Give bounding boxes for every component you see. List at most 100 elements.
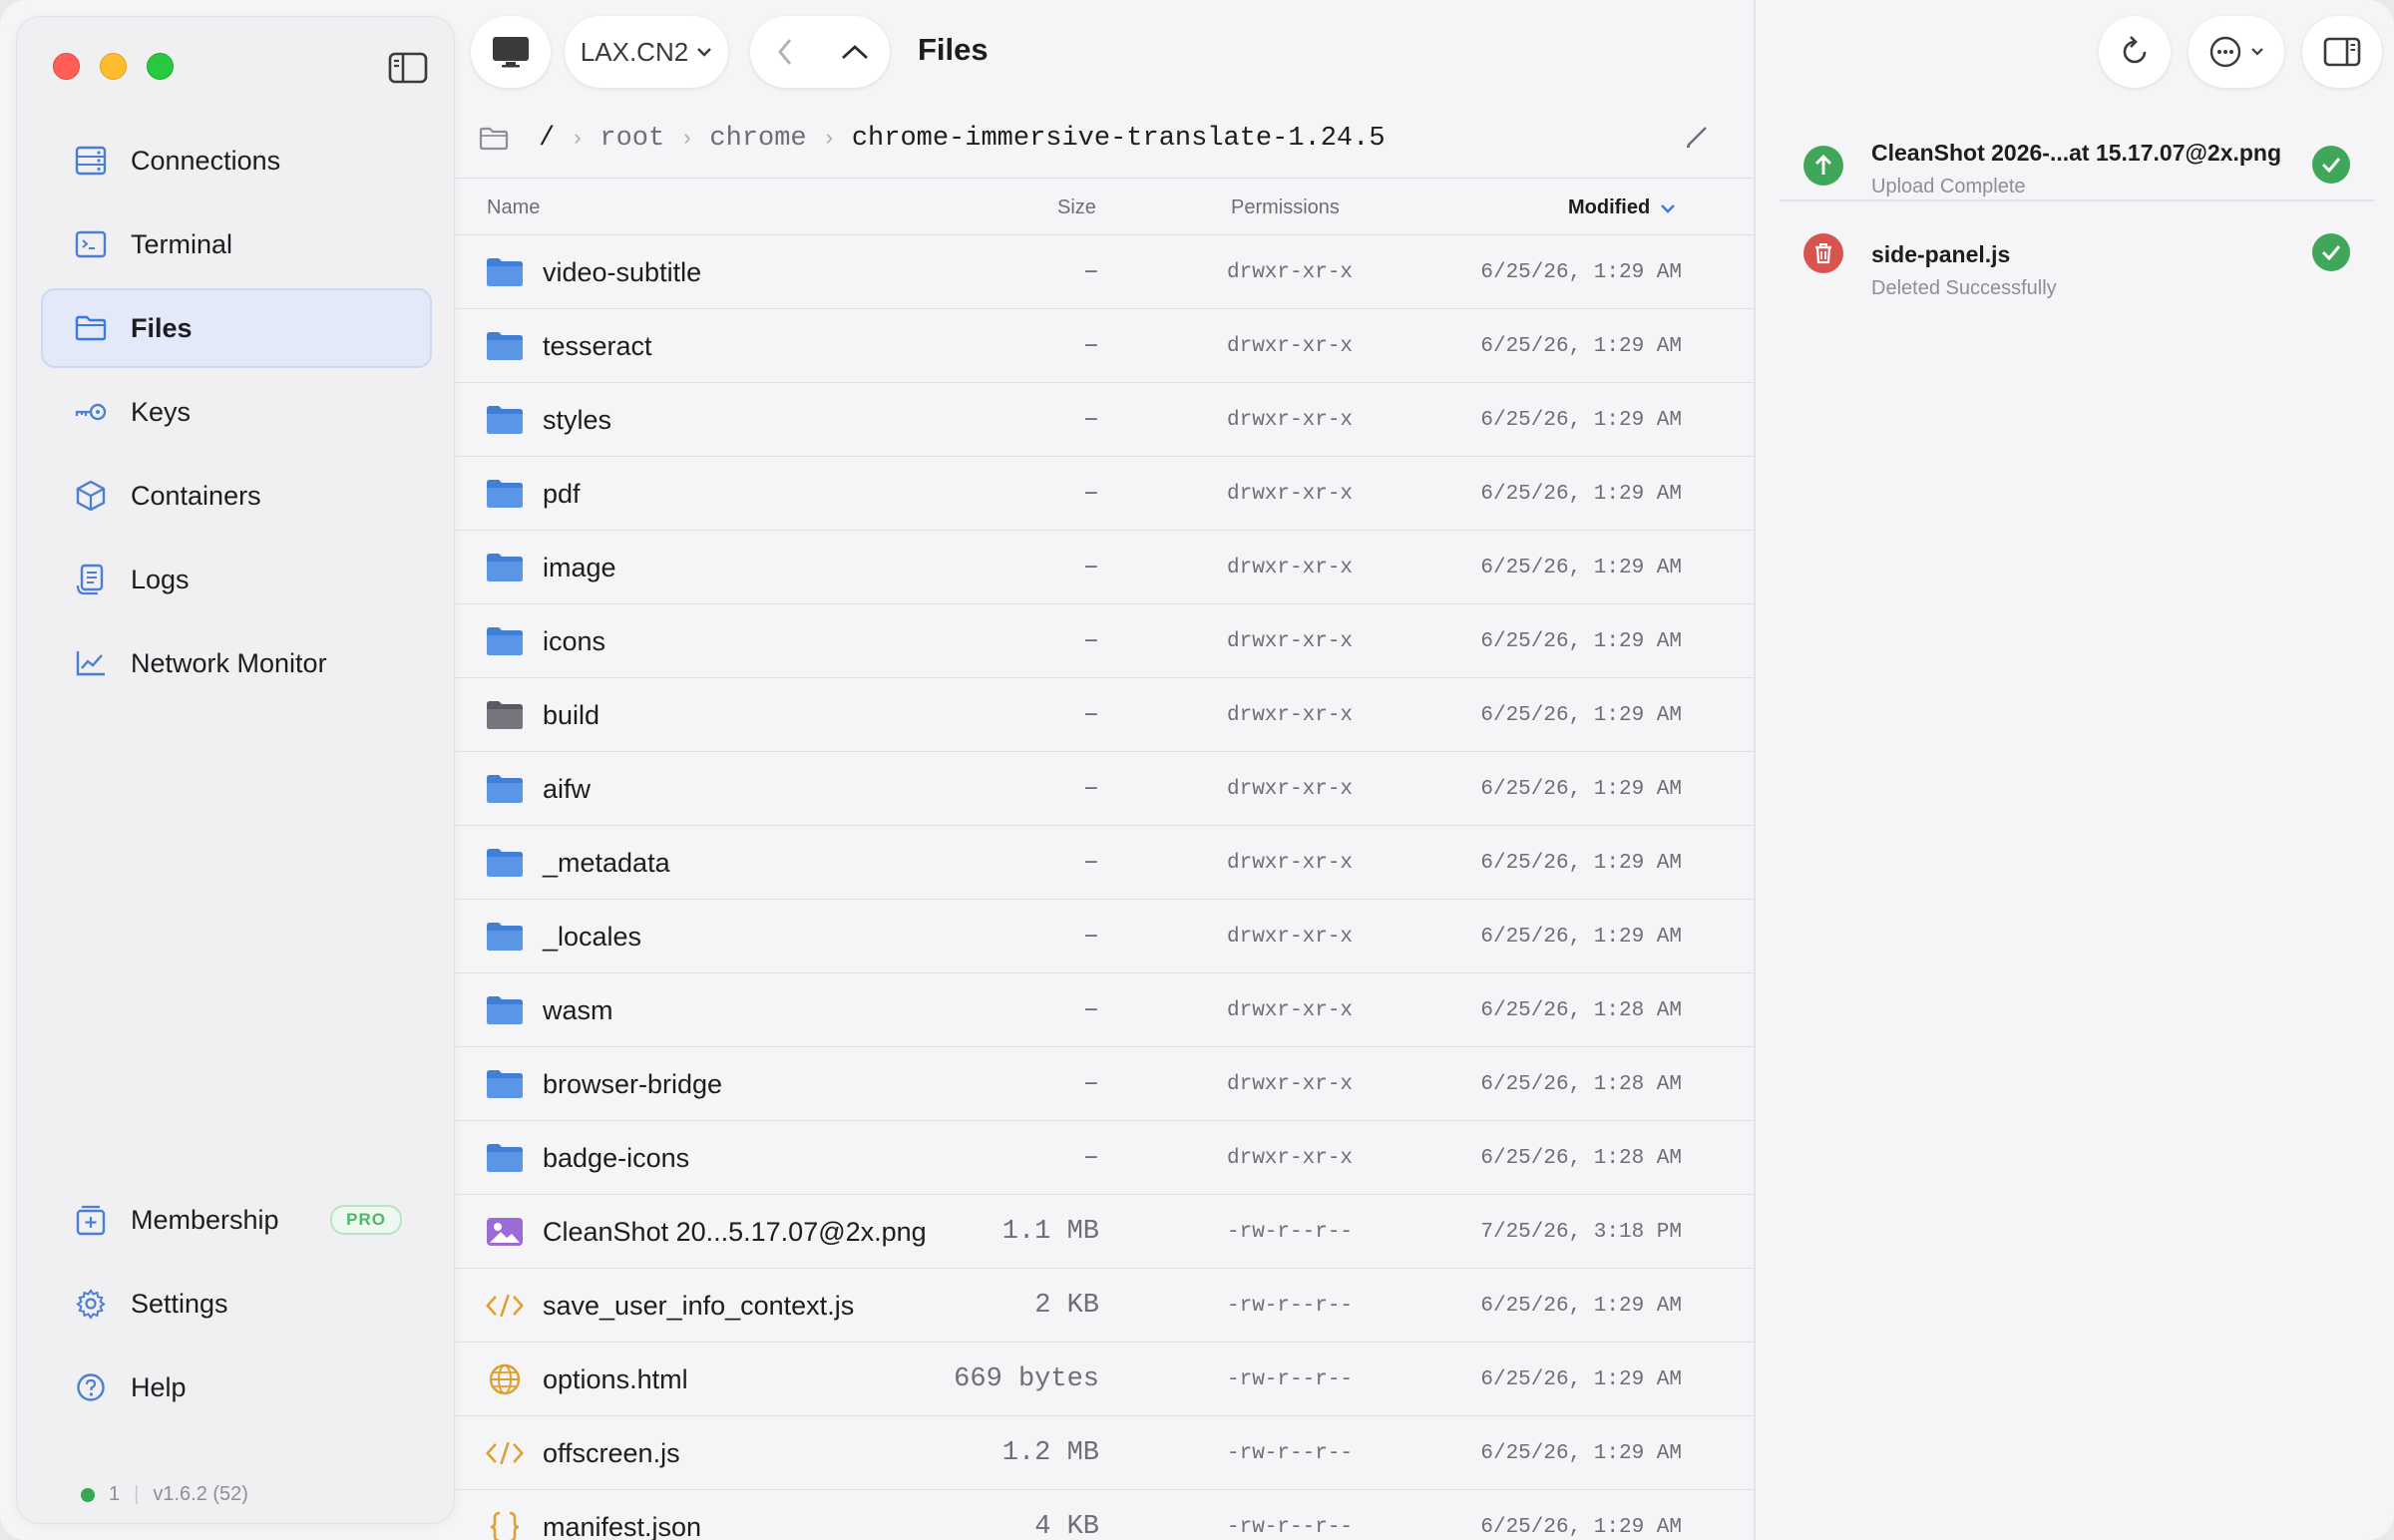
table-row[interactable]: browser-bridge – drwxr-xr-x 6/25/26, 1:28 A… — [455, 1047, 1754, 1121]
sidebar-item-membership[interactable]: Membership PRO — [41, 1180, 432, 1260]
zoom-window-button[interactable] — [147, 53, 174, 80]
up-button[interactable] — [820, 16, 890, 88]
table-row[interactable]: options.html 669 bytes -rw-r--r-- 6/25/26, … — [455, 1343, 1754, 1416]
table-row[interactable]: wasm – drwxr-xr-x 6/25/26, 1:28 AM — [455, 973, 1754, 1047]
file-permissions: -rw-r--r-- — [1227, 1367, 1354, 1391]
breadcrumb-root[interactable]: / — [539, 124, 555, 154]
page-title: Files — [918, 32, 989, 67]
folder-icon — [485, 309, 525, 383]
server-icon — [73, 143, 109, 179]
file-modified: 6/25/26, 1:29 AM — [1480, 1367, 1682, 1391]
file-permissions: drwxr-xr-x — [1227, 260, 1354, 284]
server-select[interactable]: LAX.CN2 — [565, 16, 728, 88]
toggle-sidebar-button[interactable] — [388, 51, 428, 85]
json-file-icon — [485, 1490, 525, 1540]
window-controls — [53, 53, 174, 80]
file-permissions: drwxr-xr-x — [1227, 1072, 1354, 1096]
sidebar-icon — [388, 52, 428, 84]
file-modified: 6/25/26, 1:28 AM — [1480, 998, 1682, 1022]
sidebar-item-logs[interactable]: Logs — [41, 540, 432, 619]
toggle-inspector-button[interactable] — [2302, 16, 2382, 88]
table-row[interactable]: badge-icons – drwxr-xr-x 6/25/26, 1:28 AM — [455, 1121, 1754, 1195]
table-row[interactable]: _locales – drwxr-xr-x 6/25/26, 1:29 AM — [455, 900, 1754, 973]
column-header-label: Modified — [1568, 196, 1651, 218]
table-row[interactable]: video-subtitle – drwxr-xr-x 6/25/26, 1:29 A… — [455, 235, 1754, 309]
trash-icon — [1803, 233, 1843, 273]
table-row[interactable]: manifest.json 4 KB -rw-r--r-- 6/25/26, 1:29… — [455, 1490, 1754, 1540]
chevron-right-icon: › — [680, 126, 694, 152]
folder-icon — [485, 457, 525, 531]
close-window-button[interactable] — [53, 53, 80, 80]
column-header-permissions[interactable]: Permissions — [1231, 196, 1340, 219]
folder-icon — [485, 383, 525, 457]
file-permissions: drwxr-xr-x — [1227, 1146, 1354, 1170]
breadcrumb-segment[interactable]: chrome — [709, 124, 806, 154]
table-row[interactable]: image – drwxr-xr-x 6/25/26, 1:29 AM — [455, 531, 1754, 604]
file-browser: / › root › chrome › chrome-immersive-tra… — [455, 100, 1754, 1540]
column-header-modified[interactable]: Modified — [1568, 196, 1676, 219]
table-row[interactable]: _metadata – drwxr-xr-x 6/25/26, 1:29 AM — [455, 826, 1754, 900]
refresh-button[interactable] — [2099, 16, 2171, 88]
table-row[interactable]: save_user_info_context.js 2 KB -rw-r--r-- 6… — [455, 1269, 1754, 1343]
table-row[interactable]: styles – drwxr-xr-x 6/25/26, 1:29 AM — [455, 383, 1754, 457]
file-name: wasm — [543, 994, 613, 1025]
breadcrumb-segment[interactable]: root — [599, 124, 664, 154]
monitor-icon — [493, 37, 529, 68]
app-version: v1.6.2 (52) — [153, 1483, 248, 1505]
sidebar-item-connections[interactable]: Connections — [41, 121, 432, 200]
file-size: – — [1082, 995, 1099, 1025]
table-row[interactable]: build – drwxr-xr-x 6/25/26, 1:29 AM — [455, 678, 1754, 752]
table-row[interactable]: CleanShot 20...5.17.07@2x.png 1.1 MB -rw-r… — [455, 1195, 1754, 1269]
column-header-name[interactable]: Name — [487, 196, 540, 219]
file-name: video-subtitle — [543, 256, 702, 287]
sidebar-item-settings[interactable]: Settings — [41, 1264, 432, 1344]
sidebar-item-terminal[interactable]: Terminal — [41, 204, 432, 284]
file-name: badge-icons — [543, 1142, 690, 1173]
column-header-size[interactable]: Size — [1057, 196, 1096, 219]
file-modified: 6/25/26, 1:29 AM — [1480, 408, 1682, 432]
file-size: 2 KB — [1034, 1291, 1099, 1321]
sort-descending-icon — [1661, 203, 1676, 213]
file-permissions: -rw-r--r-- — [1227, 1294, 1354, 1318]
sidebar-item-files[interactable]: Files — [41, 288, 432, 368]
table-row[interactable]: aifw – drwxr-xr-x 6/25/26, 1:29 AM — [455, 752, 1754, 826]
file-name: save_user_info_context.js — [543, 1290, 855, 1321]
toolbar: LAX.CN2 Files — [471, 16, 2394, 88]
transfer-item[interactable]: CleanShot 2026-...at 15.17.07@2x.png Upl… — [1780, 100, 2374, 201]
folder-icon — [485, 531, 525, 604]
file-name: styles — [543, 404, 612, 435]
transfer-item[interactable]: side-panel.js Deleted Successfully — [1780, 201, 2374, 303]
table-row[interactable]: tesseract – drwxr-xr-x 6/25/26, 1:29 AM — [455, 309, 1754, 383]
file-modified: 6/25/26, 1:29 AM — [1480, 1441, 1682, 1465]
file-name: CleanShot 20...5.17.07@2x.png — [543, 1216, 927, 1247]
table-row[interactable]: offscreen.js 1.2 MB -rw-r--r-- 6/25/26, 1:2… — [455, 1416, 1754, 1490]
chevron-left-icon — [778, 39, 792, 65]
device-button[interactable] — [471, 16, 551, 88]
breadcrumb-current[interactable]: chrome-immersive-translate-1.24.5 — [852, 124, 1386, 154]
pencil-icon — [1687, 127, 1707, 148]
chevron-up-icon — [842, 45, 868, 60]
sidebar-item-label: Logs — [131, 564, 190, 594]
file-size: 4 KB — [1034, 1512, 1099, 1540]
sidebar-item-containers[interactable]: Containers — [41, 456, 432, 536]
table-row[interactable]: icons – drwxr-xr-x 6/25/26, 1:29 AM — [455, 604, 1754, 678]
sidebar-item-keys[interactable]: Keys — [41, 372, 432, 452]
minimize-window-button[interactable] — [100, 53, 127, 80]
edit-path-button[interactable] — [1684, 124, 1710, 159]
breadcrumb: / › root › chrome › chrome-immersive-tra… — [455, 100, 1754, 178]
file-modified: 6/25/26, 1:28 AM — [1480, 1072, 1682, 1096]
checkmark-icon — [2312, 146, 2350, 184]
file-modified: 6/25/26, 1:29 AM — [1480, 1294, 1682, 1318]
sidebar-item-help[interactable]: Help — [41, 1348, 432, 1427]
table-row[interactable]: pdf – drwxr-xr-x 6/25/26, 1:29 AM — [455, 457, 1754, 531]
key-icon — [73, 394, 109, 430]
sidebar-item-label: Settings — [131, 1288, 228, 1319]
file-permissions: drwxr-xr-x — [1227, 998, 1354, 1022]
file-name: _metadata — [543, 847, 670, 878]
sidebar-item-network-monitor[interactable]: Network Monitor — [41, 623, 432, 703]
more-menu-button[interactable] — [2189, 16, 2284, 88]
file-size: 669 bytes — [954, 1364, 1099, 1394]
back-button[interactable] — [750, 16, 820, 88]
membership-icon — [73, 1202, 109, 1238]
file-modified: 6/25/26, 1:29 AM — [1480, 334, 1682, 358]
